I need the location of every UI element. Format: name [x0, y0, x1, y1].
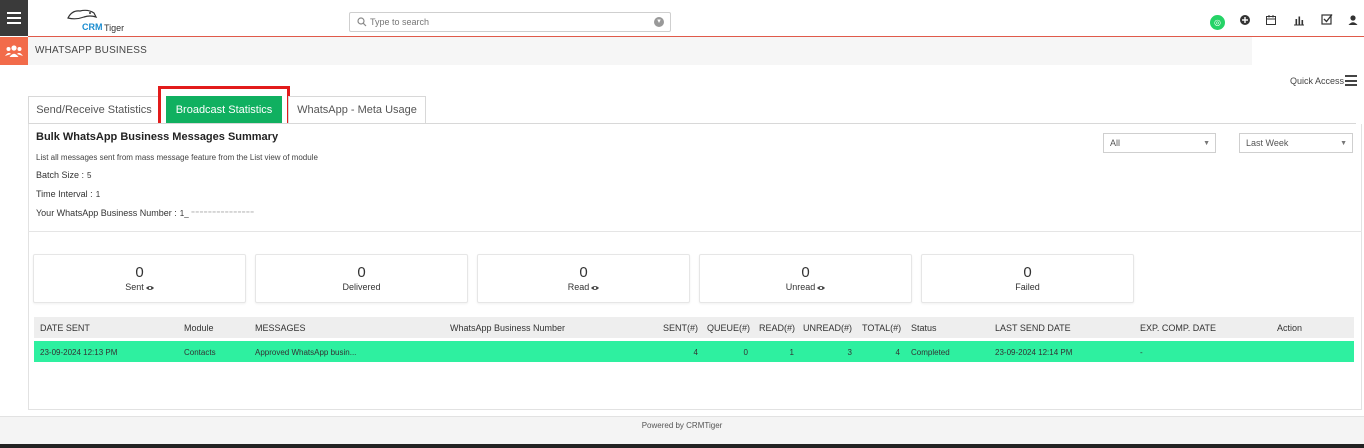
- eye-icon[interactable]: [817, 285, 826, 291]
- cell-read: 1: [789, 348, 794, 357]
- tasks-icon[interactable]: [1321, 13, 1333, 25]
- stat-card-sent[interactable]: 0 Sent: [33, 254, 246, 303]
- logo-tiger-text: Tiger: [104, 23, 125, 33]
- status-filter-select[interactable]: All ▼: [1103, 133, 1216, 153]
- cell-status: Completed: [911, 348, 950, 357]
- tiger-logo-icon: [67, 9, 98, 20]
- quick-access-menu-icon[interactable]: [1345, 75, 1357, 86]
- eye-icon[interactable]: [591, 285, 600, 291]
- stat-read-value: 0: [579, 264, 588, 281]
- business-number-value: 1_ ⁻⁻⁻⁻⁻⁻⁻⁻⁻⁻⁻⁻⁻⁻⁻: [179, 209, 255, 218]
- logo-crm-text: CRM: [82, 22, 103, 32]
- business-number-info: Your WhatsApp Business Number :1_ ⁻⁻⁻⁻⁻⁻…: [36, 208, 254, 218]
- stat-card-delivered[interactable]: 0 Delivered: [255, 254, 468, 303]
- cell-unread: 3: [847, 348, 852, 357]
- col-action: Action: [1277, 323, 1303, 333]
- module-icon: [0, 37, 28, 65]
- batch-size-label: Batch Size :: [36, 170, 85, 180]
- col-read[interactable]: READ(#): [759, 323, 795, 333]
- stat-sent-value: 0: [135, 264, 144, 281]
- col-status[interactable]: Status: [911, 323, 937, 333]
- chart-icon[interactable]: [1293, 14, 1305, 26]
- stat-delivered-value: 0: [357, 264, 366, 281]
- col-sent[interactable]: SENT(#): [663, 323, 698, 333]
- table-header: DATE SENT Module MESSAGES WhatsApp Busin…: [34, 317, 1354, 338]
- add-icon[interactable]: [1239, 14, 1251, 26]
- stat-failed-value: 0: [1023, 264, 1032, 281]
- crmtiger-logo[interactable]: CRM Tiger: [62, 8, 142, 34]
- chevron-down-icon: ▼: [1203, 140, 1210, 147]
- eye-icon[interactable]: [145, 285, 154, 291]
- col-queue[interactable]: QUEUE(#): [707, 323, 750, 333]
- col-unread[interactable]: UNREAD(#): [803, 323, 852, 333]
- cell-module: Contacts: [184, 348, 216, 357]
- col-module[interactable]: Module: [184, 323, 214, 333]
- period-filter-value: Last Week: [1246, 138, 1289, 148]
- stat-unread-label: Unread: [785, 282, 816, 292]
- cell-total: 4: [895, 348, 900, 357]
- search-dropdown-icon[interactable]: ▾: [654, 17, 664, 27]
- top-bar: [28, 0, 1364, 36]
- stat-failed-label: Failed: [1015, 282, 1040, 292]
- calendar-icon[interactable]: [1265, 14, 1277, 26]
- stat-unread-value: 0: [801, 264, 810, 281]
- col-messages[interactable]: MESSAGES: [255, 323, 306, 333]
- time-interval-value: 1: [95, 190, 101, 199]
- module-title: WHATSAPP BUSINESS: [35, 45, 147, 56]
- stat-card-read[interactable]: 0 Read: [477, 254, 690, 303]
- batch-size-info: Batch Size :5: [36, 170, 91, 180]
- time-interval-label: Time Interval :: [36, 189, 93, 199]
- period-filter-select[interactable]: Last Week ▼: [1239, 133, 1353, 153]
- menu-toggle-button[interactable]: [0, 0, 28, 36]
- tab-send-receive-statistics[interactable]: Send/Receive Statistics: [28, 96, 160, 124]
- users-group-icon: [5, 45, 23, 57]
- user-icon[interactable]: [1347, 14, 1359, 26]
- global-search[interactable]: ▾: [349, 12, 671, 32]
- summary-title: Bulk WhatsApp Business Messages Summary: [36, 131, 279, 143]
- time-interval-info: Time Interval :1: [36, 189, 100, 199]
- whatsapp-icon[interactable]: ◎: [1210, 15, 1225, 30]
- col-last-send-date[interactable]: LAST SEND DATE: [995, 323, 1071, 333]
- chevron-down-icon: ▼: [1340, 140, 1347, 147]
- stat-card-failed[interactable]: 0 Failed: [921, 254, 1134, 303]
- batch-size-value: 5: [87, 171, 92, 180]
- module-header-bar: [28, 37, 1252, 65]
- stat-read-label: Read: [567, 282, 590, 292]
- status-filter-value: All: [1110, 138, 1121, 148]
- col-exp-comp-date[interactable]: EXP. COMP. DATE: [1140, 323, 1216, 333]
- cell-exp-comp-date: -: [1140, 348, 1143, 357]
- stat-card-unread[interactable]: 0 Unread: [699, 254, 912, 303]
- col-total[interactable]: TOTAL(#): [862, 323, 901, 333]
- panel-divider: [28, 231, 1362, 232]
- stat-delivered-label: Delivered: [342, 282, 381, 292]
- summary-description: List all messages sent from mass message…: [36, 153, 318, 162]
- cell-messages[interactable]: Approved WhatsApp busin...: [255, 348, 356, 357]
- cell-sent: 4: [693, 348, 698, 357]
- cell-date-sent: 23-09-2024 12:13 PM: [40, 348, 118, 357]
- search-icon: [357, 17, 367, 27]
- cell-queue: 0: [743, 348, 748, 357]
- bottom-edge: [0, 444, 1364, 448]
- business-number-label: Your WhatsApp Business Number :: [36, 208, 177, 218]
- tab-broadcast-statistics[interactable]: Broadcast Statistics: [166, 96, 282, 124]
- search-input[interactable]: [370, 15, 650, 29]
- cell-last-send-date: 23-09-2024 12:14 PM: [995, 348, 1073, 357]
- stat-sent-label: Sent: [125, 282, 144, 292]
- tab-whatsapp-meta-usage[interactable]: WhatsApp - Meta Usage: [288, 96, 426, 124]
- col-business-number[interactable]: WhatsApp Business Number: [450, 323, 565, 333]
- quick-access-label[interactable]: Quick Access: [1290, 76, 1344, 86]
- table-row[interactable]: 23-09-2024 12:13 PM Contacts Approved Wh…: [34, 341, 1354, 362]
- col-date-sent[interactable]: DATE SENT: [40, 323, 90, 333]
- footer-text: Powered by CRMTiger: [641, 421, 723, 430]
